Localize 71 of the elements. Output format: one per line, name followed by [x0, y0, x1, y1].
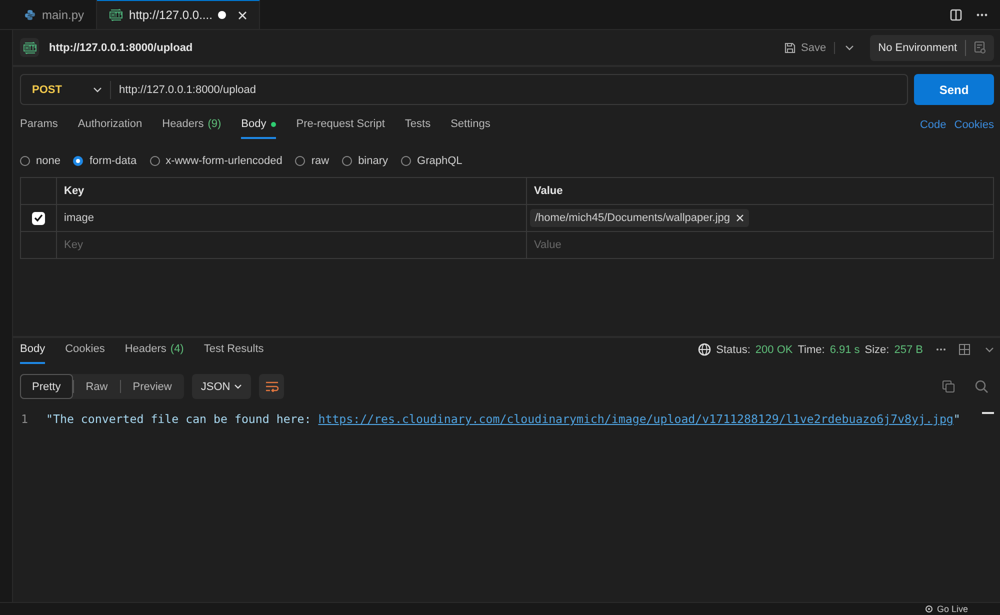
- radio-button[interactable]: [20, 156, 30, 166]
- file-chip[interactable]: /home/mich45/Documents/wallpaper.jpg: [530, 209, 750, 227]
- radio-button[interactable]: [401, 156, 412, 166]
- radio-button[interactable]: [295, 156, 306, 166]
- request-title: http://127.0.0.1:8000/upload: [49, 42, 194, 54]
- response-link[interactable]: https://res.cloudinary.com/cloudinarymich/image/upload/v1711288129/l1ve2rdebuazo6j7v8yj.jpg: [318, 412, 954, 426]
- response-tab[interactable]: Headers (4): [124, 342, 184, 364]
- save-button[interactable]: Save: [784, 42, 836, 54]
- request-tab[interactable]: Headers (9): [162, 117, 222, 139]
- time-value: 6.91 s: [830, 344, 860, 356]
- line-number: 1: [20, 412, 29, 426]
- request-tab[interactable]: Body: [241, 117, 276, 139]
- close-icon[interactable]: [238, 10, 248, 20]
- link[interactable]: Code: [920, 119, 946, 139]
- view-mode-button[interactable]: Pretty: [20, 374, 73, 399]
- layout-icon[interactable]: [959, 344, 970, 355]
- url-bar[interactable]: POST http://127.0.0.1:8000/upload: [20, 74, 908, 105]
- http-icon: [109, 9, 124, 21]
- response-tab[interactable]: Body: [20, 342, 46, 364]
- chevron-down-icon[interactable]: [845, 44, 854, 50]
- link[interactable]: Cookies: [954, 119, 994, 139]
- method-dropdown[interactable]: POST: [21, 80, 111, 98]
- http-icon: [22, 42, 36, 54]
- format-dropdown[interactable]: JSON: [192, 374, 252, 399]
- checkbox[interactable]: [32, 212, 45, 224]
- globe-icon: [698, 343, 712, 356]
- code-line: "The converted file can be found here: https://res.cloudinary.com/cloudinarymich/image/upload/v1711288129/l1ve2rdebuazo6j7v8yj.jpg": [46, 412, 960, 426]
- radio-label: binary: [358, 155, 388, 167]
- view-mode-button[interactable]: Preview: [120, 374, 184, 399]
- scrollbar-marker: [982, 412, 994, 414]
- column-header: Value: [526, 178, 993, 204]
- request-tab[interactable]: Tests: [404, 117, 431, 139]
- response-tab[interactable]: Test Results: [204, 342, 264, 364]
- radio-button[interactable]: [342, 156, 352, 166]
- radio-label: none: [36, 155, 60, 167]
- python-icon: [24, 8, 36, 20]
- time-label: Time:: [798, 344, 825, 356]
- broadcast-icon: [924, 605, 933, 613]
- radio-button[interactable]: [73, 156, 84, 166]
- status-value: 200 OK: [755, 344, 793, 356]
- chevron-down-icon: [93, 86, 102, 92]
- response-tab[interactable]: Cookies: [65, 342, 105, 364]
- request-tab[interactable]: Settings: [450, 117, 490, 139]
- size-value: 257 B: [894, 344, 923, 356]
- request-tab[interactable]: Pre-request Script: [296, 117, 385, 139]
- radio-label: form-data: [89, 155, 137, 167]
- column-header: Key: [56, 178, 526, 204]
- wrap-lines-icon: [264, 381, 279, 392]
- environment-view-icon[interactable]: [974, 41, 986, 54]
- radio-label: GraphQL: [417, 155, 462, 167]
- request-tab[interactable]: Params: [20, 117, 58, 139]
- send-button[interactable]: Send: [914, 74, 994, 105]
- more-icon[interactable]: [976, 12, 988, 16]
- editor-tab[interactable]: http://127.0.0....: [97, 0, 260, 29]
- view-mode-button[interactable]: Raw: [74, 374, 120, 399]
- chevron-down-icon: [234, 384, 242, 389]
- more-icon[interactable]: [936, 348, 946, 351]
- radio-label: raw: [311, 155, 330, 167]
- size-label: Size:: [864, 344, 890, 356]
- table-cell: image: [56, 205, 526, 231]
- split-editor-icon[interactable]: [950, 8, 962, 20]
- request-tab[interactable]: Authorization: [78, 117, 142, 139]
- copy-icon[interactable]: [942, 380, 955, 393]
- remove-icon[interactable]: [736, 214, 744, 222]
- radio-button[interactable]: [150, 156, 160, 166]
- radio-label: x-www-form-urlencoded: [166, 155, 282, 167]
- wrap-lines-button[interactable]: [259, 374, 284, 399]
- search-icon[interactable]: [975, 380, 988, 393]
- chevron-down-icon[interactable]: [985, 346, 994, 352]
- status-label: Status:: [716, 344, 750, 356]
- go-live-button[interactable]: Go Live: [936, 604, 968, 614]
